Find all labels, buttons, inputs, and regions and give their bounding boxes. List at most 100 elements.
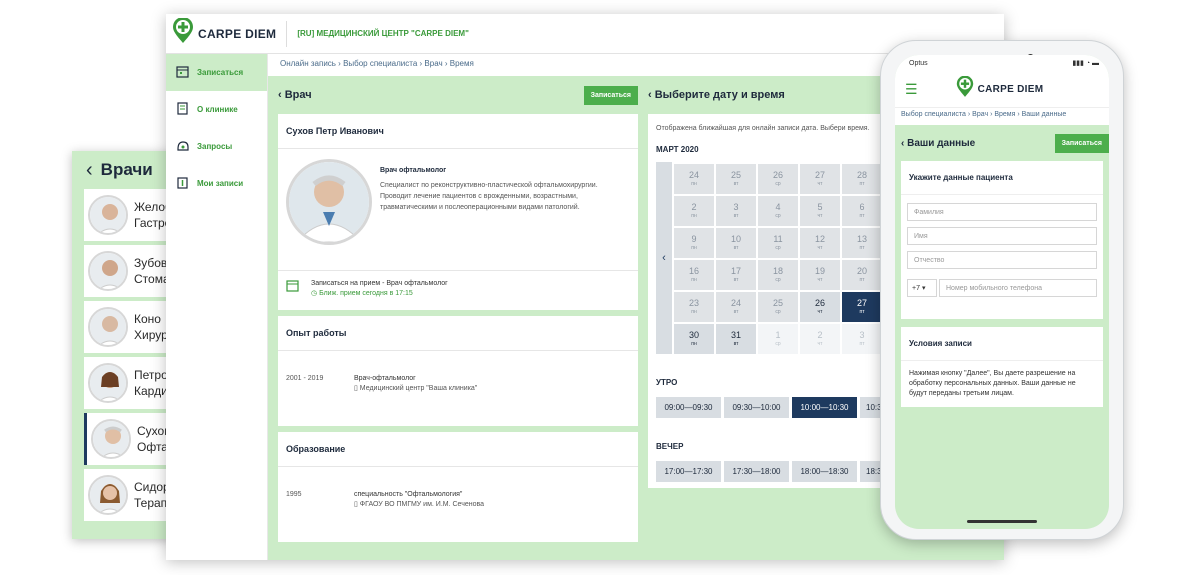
calendar-day[interactable]: 9 пн xyxy=(674,228,714,258)
day-weekday: чт xyxy=(817,309,823,315)
back-icon[interactable]: ‹ xyxy=(648,89,655,101)
logo-icon xyxy=(956,75,974,103)
sidebar-item-label: О клинике xyxy=(197,105,238,114)
sidebar-item-requests[interactable]: Запросы xyxy=(166,128,267,165)
day-number: 3 xyxy=(859,330,865,340)
patient-card: Укажите данные пациента Фамилия Имя Отче… xyxy=(901,161,1103,319)
avatar xyxy=(88,195,128,235)
phone-frame: Optus ▮▮▮ ◔ ▬ ☰ CARPE DIEM Выбор специал… xyxy=(880,40,1124,540)
calendar-day[interactable]: 17 вт xyxy=(716,260,756,290)
day-weekday: ср xyxy=(775,309,781,315)
back-icon[interactable]: ‹ xyxy=(86,159,93,182)
patronymic-field[interactable]: Отчество xyxy=(907,251,1097,269)
calendar-day[interactable]: 10 вт xyxy=(716,228,756,258)
calendar-day[interactable]: 2 чт xyxy=(800,324,840,354)
calendar-day[interactable]: 11 ср xyxy=(758,228,798,258)
firstname-field[interactable]: Имя xyxy=(907,227,1097,245)
time-slot[interactable]: 09:30—10:00 xyxy=(724,397,789,418)
calendar-day[interactable]: 4 ср xyxy=(758,196,798,226)
appointment-row[interactable]: Записаться на прием - Врач офтальмолог ◷… xyxy=(278,271,638,305)
day-number: 2 xyxy=(817,330,823,340)
terms-text: Нажимая кнопку "Далее", Вы даете разреше… xyxy=(909,370,1076,397)
sidebar-item-book[interactable]: Записаться xyxy=(166,54,267,91)
day-number: 23 xyxy=(688,298,699,308)
calendar-day[interactable]: 3 вт xyxy=(716,196,756,226)
calendar-day[interactable]: 26 ср xyxy=(758,164,798,194)
day-weekday: ср xyxy=(775,341,781,347)
time-slot[interactable]: 17:00—17:30 xyxy=(656,461,721,482)
day-number: 1 xyxy=(775,330,781,340)
day-number: 11 xyxy=(773,234,783,244)
day-weekday: пн xyxy=(691,245,697,251)
calendar-day[interactable]: 27 чт xyxy=(800,164,840,194)
phone-screen: Optus ▮▮▮ ◔ ▬ ☰ CARPE DIEM Выбор специал… xyxy=(895,55,1109,529)
calendar-day[interactable]: 12 чт xyxy=(800,228,840,258)
time-slot[interactable]: 10:00—10:30 xyxy=(792,397,857,418)
day-number: 5 xyxy=(817,202,823,212)
day-number: 13 xyxy=(856,234,867,244)
book-button[interactable]: Записаться xyxy=(1054,133,1109,153)
calendar-day[interactable]: 20 пт xyxy=(842,260,882,290)
calendar-day[interactable]: 2 пн xyxy=(674,196,714,226)
calendar-day[interactable]: 25 ср xyxy=(758,292,798,322)
prev-week-button[interactable]: ‹ xyxy=(656,162,672,354)
lastname-field[interactable]: Фамилия xyxy=(907,203,1097,221)
calendar-day[interactable]: 28 пт xyxy=(842,164,882,194)
time-slot[interactable]: 18:00—18:30 xyxy=(792,461,857,482)
calendar-day[interactable]: 18 ср xyxy=(758,260,798,290)
building-icon xyxy=(176,102,189,117)
time-slot[interactable]: 17:30—18:00 xyxy=(724,461,789,482)
calendar-day[interactable]: 24 вт xyxy=(716,292,756,322)
calendar-day[interactable]: 23 пн xyxy=(674,292,714,322)
day-weekday: пт xyxy=(859,277,865,283)
country-code-select[interactable]: +7 ▾ xyxy=(907,279,937,297)
day-number: 31 xyxy=(730,330,741,340)
menu-icon[interactable]: ☰ xyxy=(905,81,918,98)
day-number: 2 xyxy=(691,202,697,212)
back-icon[interactable]: ‹ xyxy=(278,89,285,101)
doctor-spec: Хирур xyxy=(134,328,168,342)
day-number: 28 xyxy=(856,170,867,180)
calendar-day[interactable]: 19 чт xyxy=(800,260,840,290)
education-card: Образование 1995 специальность "Офтальмо… xyxy=(278,432,638,542)
calendar-day[interactable]: 24 пн xyxy=(674,164,714,194)
calendar-day[interactable]: 25 вт xyxy=(716,164,756,194)
avatar xyxy=(88,251,128,291)
doctors-title: Врачи xyxy=(100,160,153,179)
calendar-day[interactable]: 1 ср xyxy=(758,324,798,354)
breadcrumb[interactable]: Выбор специалиста › Врач › Время › Ваши … xyxy=(895,107,1109,125)
day-number: 24 xyxy=(688,170,699,180)
date-col-title: Выберите дату и время xyxy=(654,89,785,101)
calendar-day[interactable]: 5 чт xyxy=(800,196,840,226)
calendar-day[interactable]: 3 пт xyxy=(842,324,882,354)
sidebar-item-my-records[interactable]: Мои записи xyxy=(166,165,267,202)
status-bar: Optus ▮▮▮ ◔ ▬ xyxy=(895,55,1109,71)
calendar-day[interactable]: 16 пн xyxy=(674,260,714,290)
doctor-specialty: Врач офтальмолог xyxy=(380,167,447,174)
book-button[interactable]: Записаться xyxy=(583,85,638,105)
avatar xyxy=(88,307,128,347)
desktop-window: CARPE DIEM [RU] МЕДИЦИНСКИЙ ЦЕНТР "CARPE… xyxy=(166,14,1004,560)
doctor-spec: Стома xyxy=(134,272,170,286)
date-note: Отображена ближайшая для онлайн записи д… xyxy=(656,125,870,132)
calendar-day[interactable]: 31 вт xyxy=(716,324,756,354)
day-number: 20 xyxy=(856,266,867,276)
phone-field[interactable]: Номер мобильного телефона xyxy=(939,279,1097,297)
experience-title: Опыт работы xyxy=(278,316,638,351)
sidebar-item-clinic[interactable]: О клинике xyxy=(166,91,267,128)
calendar-day[interactable]: 30 пн xyxy=(674,324,714,354)
doctor-col-title: Врач xyxy=(284,89,312,101)
day-weekday: ср xyxy=(775,277,781,283)
calendar-day[interactable]: 27 пт xyxy=(842,292,882,322)
experience-card: Опыт работы 2001 - 2019 Врач-офтальмолог… xyxy=(278,316,638,426)
calendar-day[interactable]: 13 пт xyxy=(842,228,882,258)
calendar-day[interactable]: 6 пт xyxy=(842,196,882,226)
calendar-day[interactable]: 26 чт xyxy=(800,292,840,322)
sidebar-item-label: Записаться xyxy=(197,68,244,77)
time-slot[interactable]: 09:00—09:30 xyxy=(656,397,721,418)
day-weekday: чт xyxy=(817,213,823,219)
calendar-icon xyxy=(176,65,189,80)
divider xyxy=(286,20,288,47)
doctor-card: Сухов Петр Иванович Врач офтальмолог Спе… xyxy=(278,114,638,310)
experience-role: Врач-офтальмолог xyxy=(354,375,416,382)
